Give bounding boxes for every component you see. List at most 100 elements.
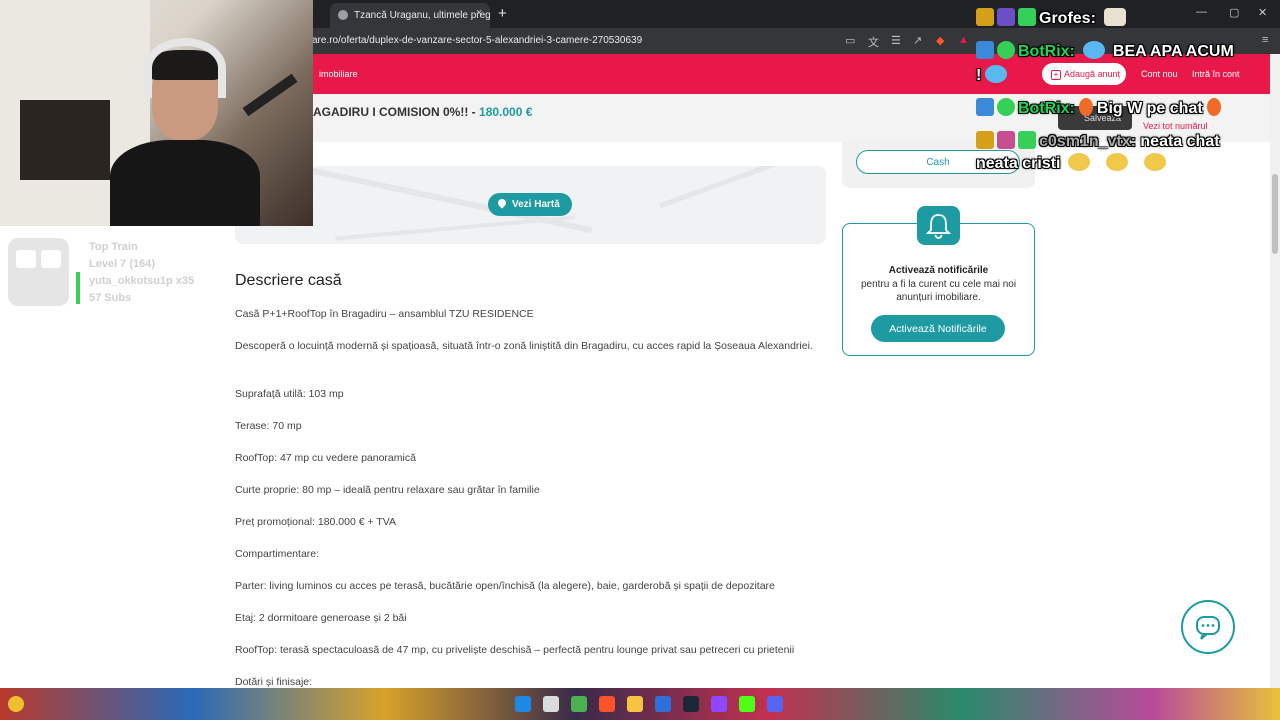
chat-bubble-icon [1196,616,1220,640]
chat-text: neata cristi [976,155,1061,172]
webcam-picture-frame [20,100,110,180]
description-heading: Descriere casă [235,272,342,289]
chat-username: BotRix: [1018,43,1075,60]
chat-support-button[interactable] [1181,600,1235,654]
plus-icon: + [1051,70,1061,80]
description-paragraph: Curte proprie: 80 mp – ideală pentru rel… [235,484,540,496]
add-listing-button[interactable]: + Adaugă anunț [1042,63,1126,85]
site-logo[interactable]: imobiliare [319,69,358,79]
chat-text: Big W pe chat [1096,100,1203,117]
browser-tab[interactable]: Tzancă Uraganu, ultimele pregătiri p [330,3,490,28]
crown-badge-icon [976,131,994,149]
hammer-badge-icon [976,98,994,116]
page-scrollbar[interactable] [1270,54,1280,688]
new-tab-icon[interactable]: + [498,5,507,22]
tab-title: Tzancă Uraganu, ultimele pregătiri p [354,10,490,21]
train-window [41,250,61,268]
app-icon[interactable] [655,696,671,712]
chat-username: Grofes: [1039,10,1096,27]
verified-badge-icon [997,98,1015,116]
chat-message: c0sm1n_vtx: neata chat [976,131,1220,151]
description-paragraph: Casă P+1+RoofTop în Bragadiru – ansamblu… [235,308,534,320]
gift-badge-icon [1018,131,1036,149]
view-map-button[interactable]: Vezi Hartă [488,193,572,216]
tab-close-icon[interactable]: × [476,7,482,19]
close-window-icon[interactable]: ✕ [1258,6,1267,19]
train-level: Level 7 (164) [89,258,156,270]
headset-icon [144,38,226,98]
minimize-icon[interactable]: — [1196,6,1207,18]
gift-badge-icon [1018,8,1036,26]
description-paragraph: Preț promoțional: 180.000 € + TVA [235,516,397,528]
chat-username: BotRix: [1018,100,1075,117]
twitch-icon[interactable] [711,696,727,712]
chat-text: BEA APA ACUM [1112,43,1234,60]
brave-shield-icon[interactable]: ◆ [936,34,944,47]
menu-icon[interactable]: ≡ [1262,34,1268,46]
train-progress-bar [76,272,80,304]
url-input[interactable]: are.ro/oferta/duplex-de-vanzare-sector-5… [312,35,642,46]
fire-emote-icon [1206,98,1221,116]
description-paragraph: Compartimentare: [235,548,320,560]
verified-badge-icon [997,41,1015,59]
webcam-person-body [110,140,260,226]
description-paragraph: Parter: living luminos cu acces pe teras… [235,580,775,592]
train-icon [8,238,69,306]
weather-icon[interactable] [8,696,24,712]
face-emote-icon [1068,153,1091,171]
listing-price: 180.000 € [479,105,533,119]
hammer-badge-icon [976,41,994,59]
listing-title-text: AGADIRU I COMISION 0%!! - [313,105,480,119]
description-paragraph: RoofTop: 47 mp cu vedere panoramică [235,452,416,464]
file-explorer-icon[interactable] [627,696,643,712]
maximize-icon[interactable]: ▢ [1229,6,1239,19]
scrollbar-thumb[interactable] [1272,174,1278,254]
map-road [335,215,575,241]
show-phone-link[interactable]: Vezi tot numărul [1143,121,1208,131]
start-icon[interactable] [515,696,531,712]
translate-icon[interactable]: 文 [868,34,879,50]
chat-username: ! [976,67,982,84]
webcam-overlay [0,0,313,226]
listing-title: AGADIRU I COMISION 0%!! - 180.000 € [313,105,532,119]
microphone-icon [242,73,298,117]
brave-browser-icon[interactable] [599,696,615,712]
description-paragraph: RoofTop: terasă spectaculoasă de 47 mp, … [235,644,795,656]
reader-icon[interactable]: ☰ [891,34,901,47]
water-drops-emote-icon [1082,41,1105,59]
discord-icon[interactable] [767,696,783,712]
description-paragraph: Etaj: 2 dormitoare generoase și 2 băi [235,612,407,624]
login-link[interactable]: Intră în cont [1192,69,1240,79]
chat-text: neata chat [1140,133,1220,150]
add-listing-label: Adaugă anunț [1064,69,1121,79]
chat-message: BotRix: Big W pe chat [976,98,1225,118]
face-emote-icon [1144,153,1167,171]
bell-icon [917,206,960,245]
chat-message: Grofes: [976,8,1134,28]
chat-message: BotRix: BEA APA ACUM [976,41,1234,61]
share-icon[interactable]: ↗ [913,34,922,47]
train-top-user: yuta_okkotsu1p x35 [89,275,195,287]
chat-username: c0sm1n_vtx: [1039,133,1136,150]
chat-message: neata cristi [976,153,1174,173]
description-paragraph: Terase: 70 mp [235,420,302,432]
map-road [658,166,812,209]
cast-icon[interactable]: ▭ [845,34,855,47]
view-map-label: Vezi Hartă [512,199,560,210]
tab-favicon-icon [338,10,348,20]
notification-text: pentru a fi la curent cu cele mai noi an… [860,279,1017,303]
steam-icon[interactable] [683,696,699,712]
train-title: Top Train [89,241,138,253]
enable-notifications-button[interactable]: Activează Notificările [871,315,1005,342]
creature-badge-icon [997,131,1015,149]
creature-badge-icon [997,8,1015,26]
notification-title: Activează notificările [888,265,989,276]
task-view-icon[interactable] [543,696,559,712]
water-drops-emote-icon [985,65,1008,83]
rewards-icon[interactable]: ▲ [958,34,969,46]
description-paragraph: Descoperă o locuință modernă și spațioas… [235,340,813,352]
app-icon[interactable] [739,696,755,712]
cat-emote-icon [1103,8,1126,26]
app-icon[interactable] [571,696,587,712]
new-account-link[interactable]: Cont nou [1141,69,1178,79]
